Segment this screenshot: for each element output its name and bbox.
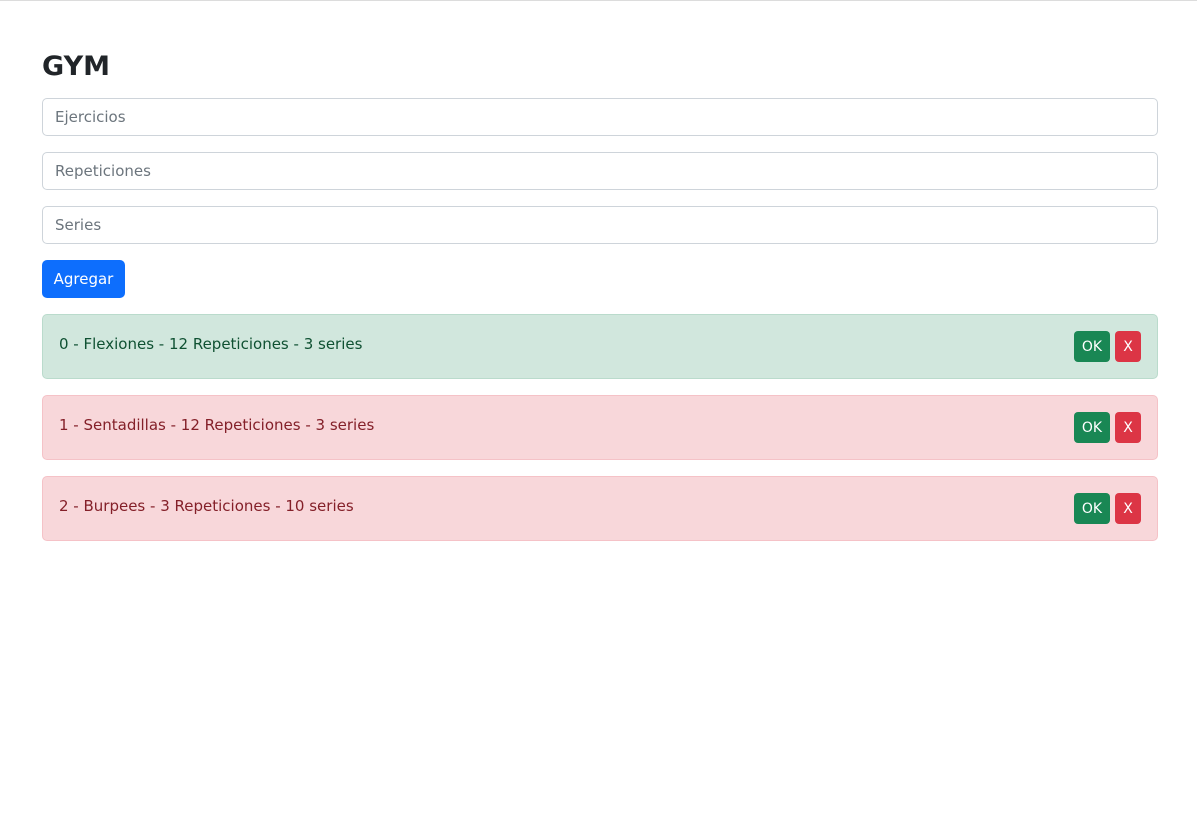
delete-button[interactable]: X	[1115, 331, 1141, 362]
series-input[interactable]	[42, 206, 1158, 244]
add-button[interactable]: Agregar	[42, 260, 125, 298]
delete-button[interactable]: X	[1115, 412, 1141, 443]
exercise-item: 1 - Sentadillas - 12 Repeticiones - 3 se…	[42, 395, 1158, 460]
ok-button[interactable]: OK	[1074, 331, 1110, 362]
repetitions-input[interactable]	[42, 152, 1158, 190]
ok-button[interactable]: OK	[1074, 493, 1110, 524]
ok-button[interactable]: OK	[1074, 412, 1110, 443]
exercise-item-text: 2 - Burpees - 3 Repeticiones - 10 series	[59, 497, 354, 515]
top-divider	[0, 0, 1197, 1]
page-title: GYM	[42, 51, 110, 82]
exercise-item-text: 0 - Flexiones - 12 Repeticiones - 3 seri…	[59, 335, 363, 353]
exercise-item-text: 1 - Sentadillas - 12 Repeticiones - 3 se…	[59, 416, 375, 434]
exercise-item: 2 - Burpees - 3 Repeticiones - 10 series…	[42, 476, 1158, 541]
delete-button[interactable]: X	[1115, 493, 1141, 524]
exercise-input[interactable]	[42, 98, 1158, 136]
exercise-item: 0 - Flexiones - 12 Repeticiones - 3 seri…	[42, 314, 1158, 379]
